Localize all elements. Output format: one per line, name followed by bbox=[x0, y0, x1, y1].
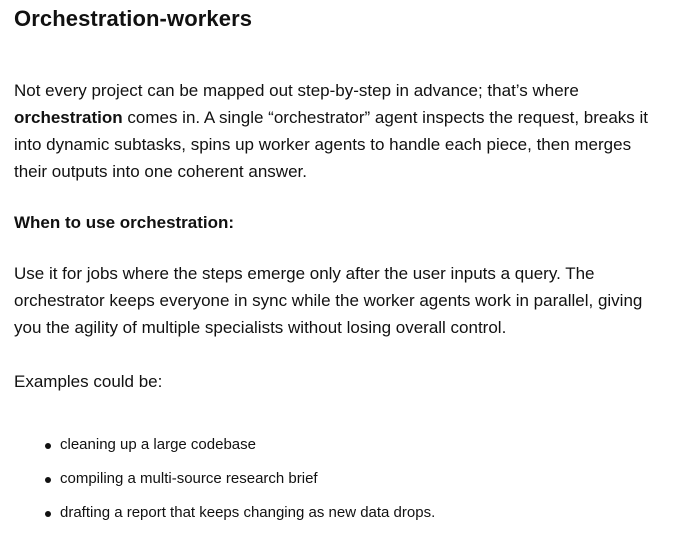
when-paragraph: Use it for jobs where the steps emerge o… bbox=[14, 264, 643, 337]
intro-lead-text: Not every project can be mapped out step… bbox=[14, 81, 579, 100]
list-item: compiling a multi-source research brief bbox=[14, 462, 435, 496]
page-title: Orchestration-workers bbox=[14, 6, 253, 31]
list-item-text: compiling a multi-source research brief bbox=[60, 470, 318, 487]
intro-bold-term: orchestration bbox=[14, 108, 123, 127]
bullet-icon bbox=[45, 511, 51, 517]
examples-list: cleaning up a large codebase compiling a… bbox=[14, 428, 435, 530]
bullet-icon bbox=[45, 443, 51, 449]
section-heading: When to use orchestration: bbox=[14, 213, 235, 232]
list-item: cleaning up a large codebase bbox=[14, 428, 435, 462]
list-item-text: cleaning up a large codebase bbox=[60, 436, 256, 453]
list-item-text: drafting a report that keeps changing as… bbox=[60, 504, 436, 521]
intro-paragraph: Not every project can be mapped out step… bbox=[14, 77, 654, 185]
examples-intro: Examples could be: bbox=[14, 372, 163, 391]
list-item: drafting a report that keeps changing as… bbox=[14, 496, 435, 530]
bullet-icon bbox=[45, 477, 51, 483]
article: Orchestration-workers Not every project … bbox=[0, 0, 677, 541]
